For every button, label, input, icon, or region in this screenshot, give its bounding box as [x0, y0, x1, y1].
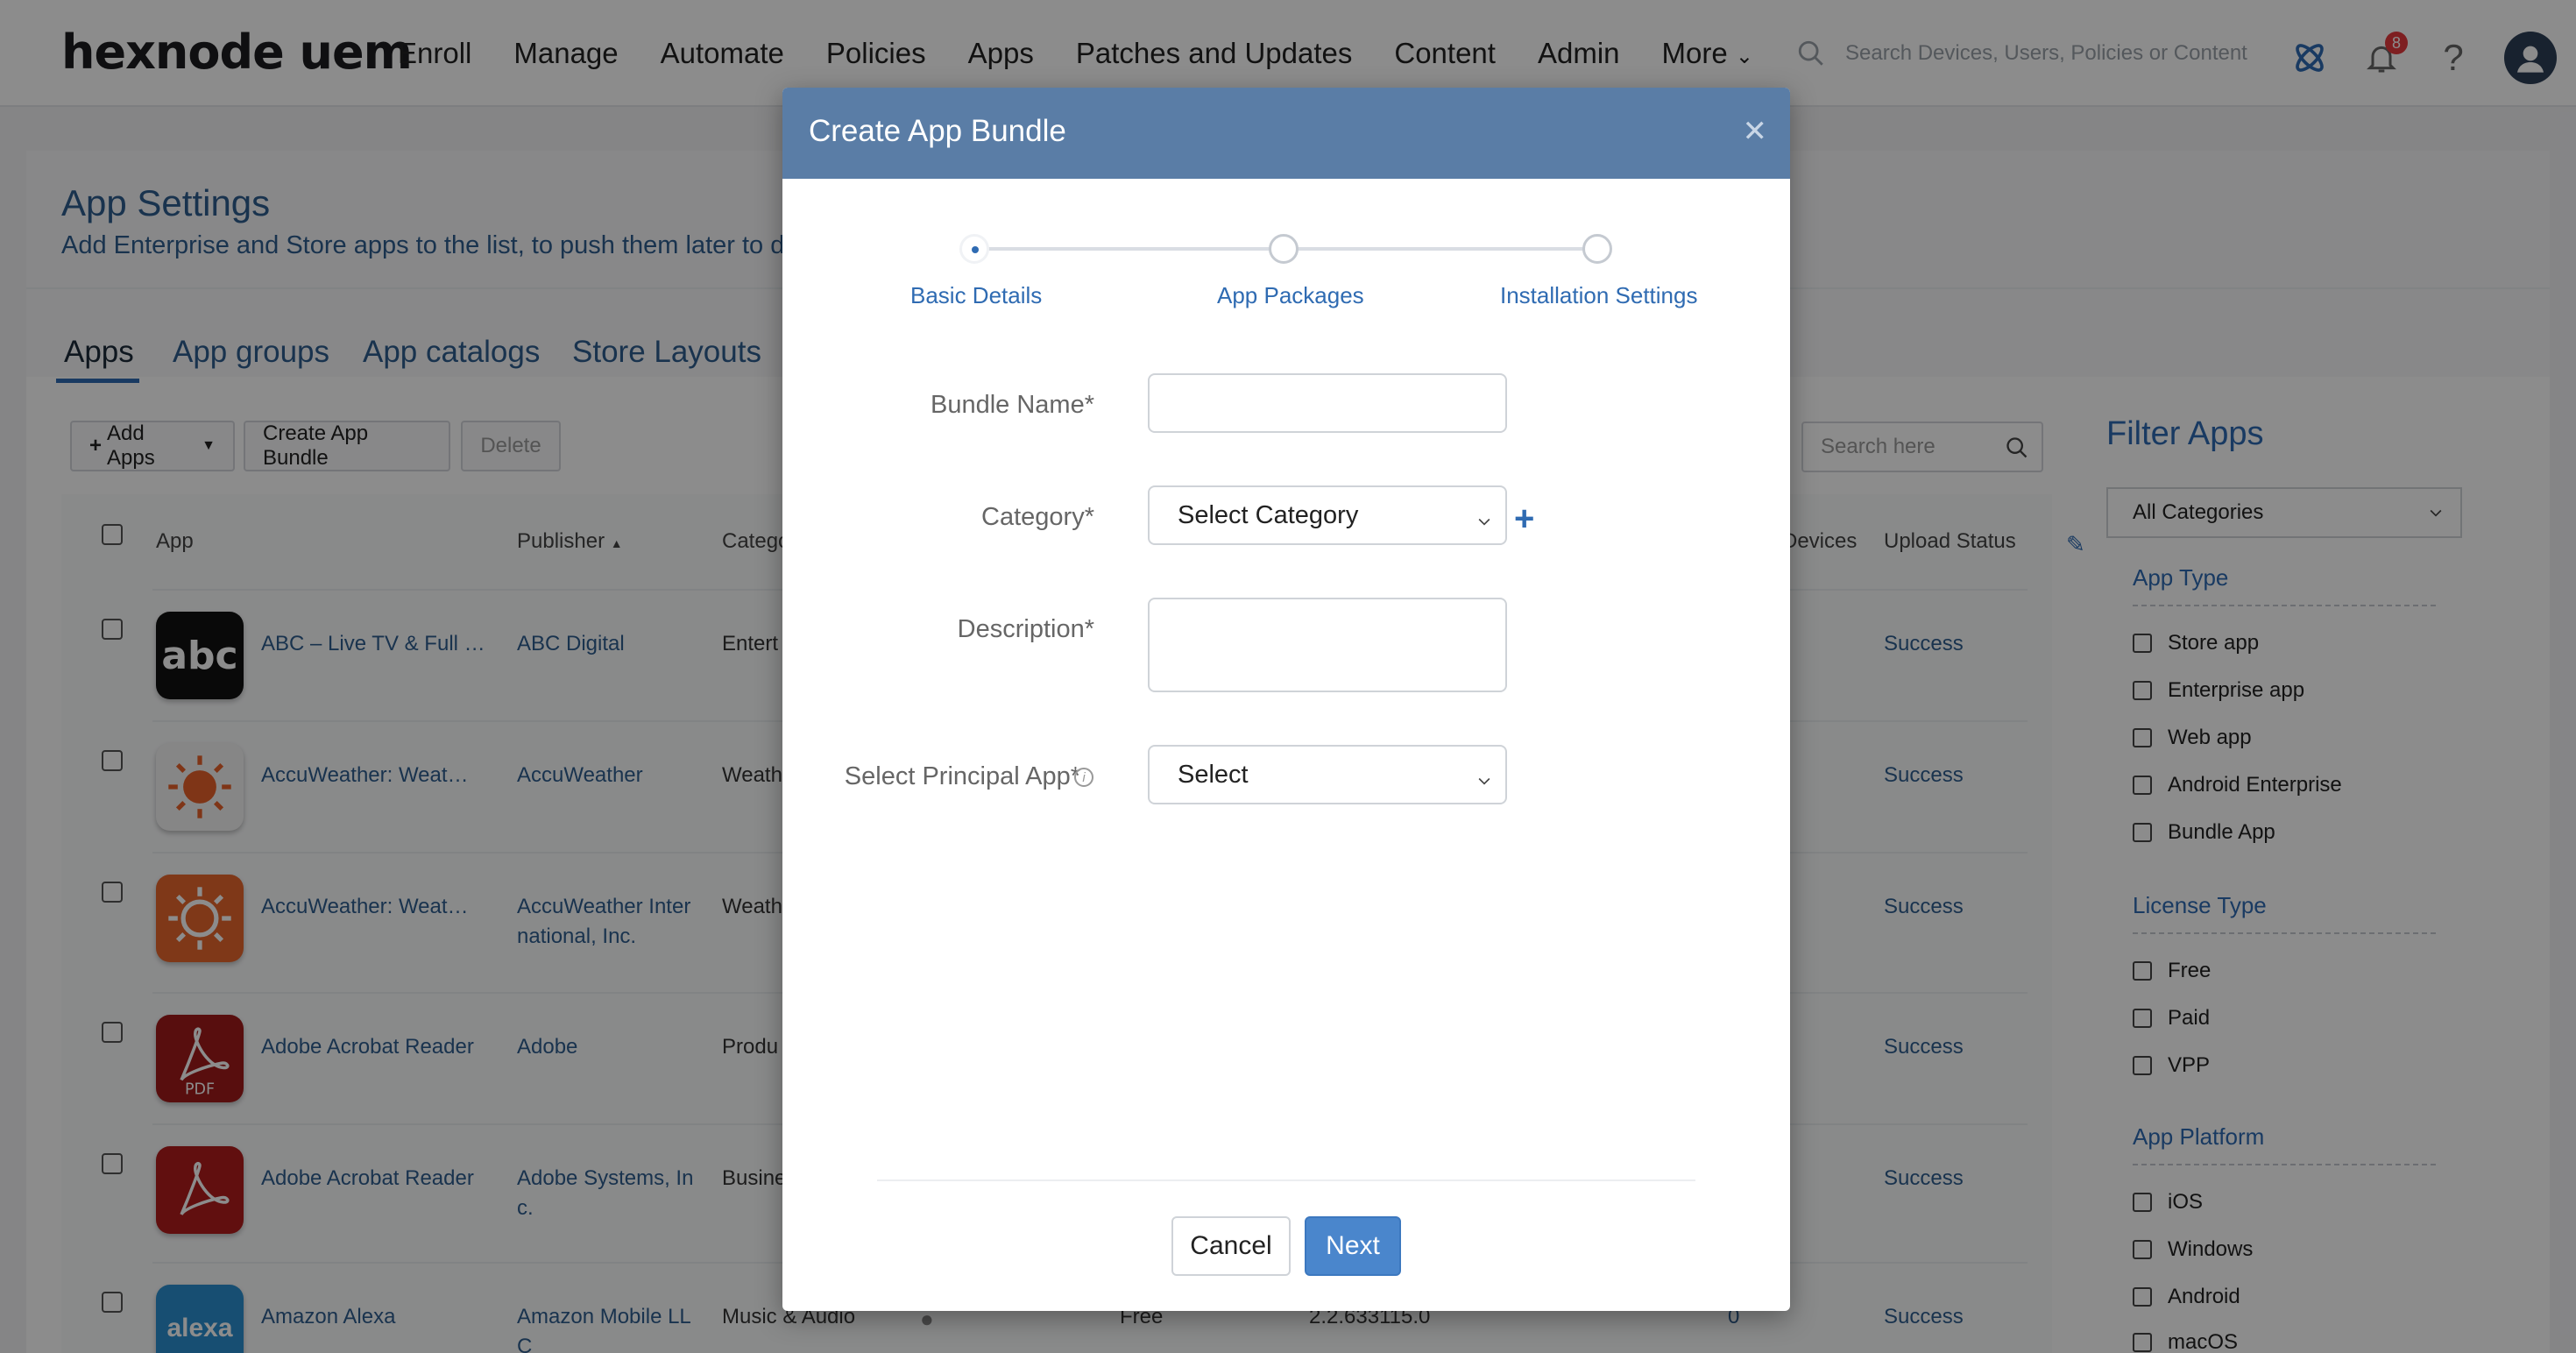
principal-app-label: Select Principal App*: [844, 762, 1080, 790]
bundle-name-input[interactable]: [1148, 373, 1507, 433]
close-icon[interactable]: ✕: [1743, 114, 1768, 149]
create-app-bundle-modal: Create App Bundle ✕ Basic Details App Pa…: [782, 88, 1790, 1311]
stepper-line: [986, 247, 1284, 251]
add-category-icon[interactable]: +: [1514, 499, 1534, 539]
step-dot-basic-details[interactable]: [959, 234, 989, 264]
chevron-down-icon: [1476, 508, 1493, 537]
description-label: Description*: [957, 615, 1094, 643]
principal-app-select[interactable]: Select: [1148, 745, 1507, 804]
modal-header: Create App Bundle ✕: [782, 88, 1790, 179]
info-icon[interactable]: i: [1074, 768, 1093, 787]
step-dot-installation-settings[interactable]: [1582, 234, 1612, 264]
bundle-name-label: Bundle Name*: [931, 391, 1094, 419]
chevron-down-icon: [1476, 768, 1493, 797]
step-dot-app-packages[interactable]: [1269, 234, 1299, 264]
category-label: Category*: [981, 503, 1094, 531]
footer-divider: [877, 1179, 1695, 1181]
next-button[interactable]: Next: [1305, 1216, 1401, 1276]
step-label-basic-details: Basic Details: [910, 282, 1043, 308]
step-label-app-packages: App Packages: [1217, 282, 1364, 308]
cancel-button[interactable]: Cancel: [1171, 1216, 1291, 1276]
category-select[interactable]: Select Category: [1148, 485, 1507, 545]
step-label-installation-settings: Installation Settings: [1500, 282, 1698, 308]
modal-title: Create App Bundle: [809, 114, 1066, 148]
category-select-value: Select Category: [1178, 500, 1359, 529]
principal-app-select-value: Select: [1178, 760, 1249, 789]
stepper-line: [1298, 247, 1596, 251]
description-textarea[interactable]: [1148, 598, 1507, 692]
